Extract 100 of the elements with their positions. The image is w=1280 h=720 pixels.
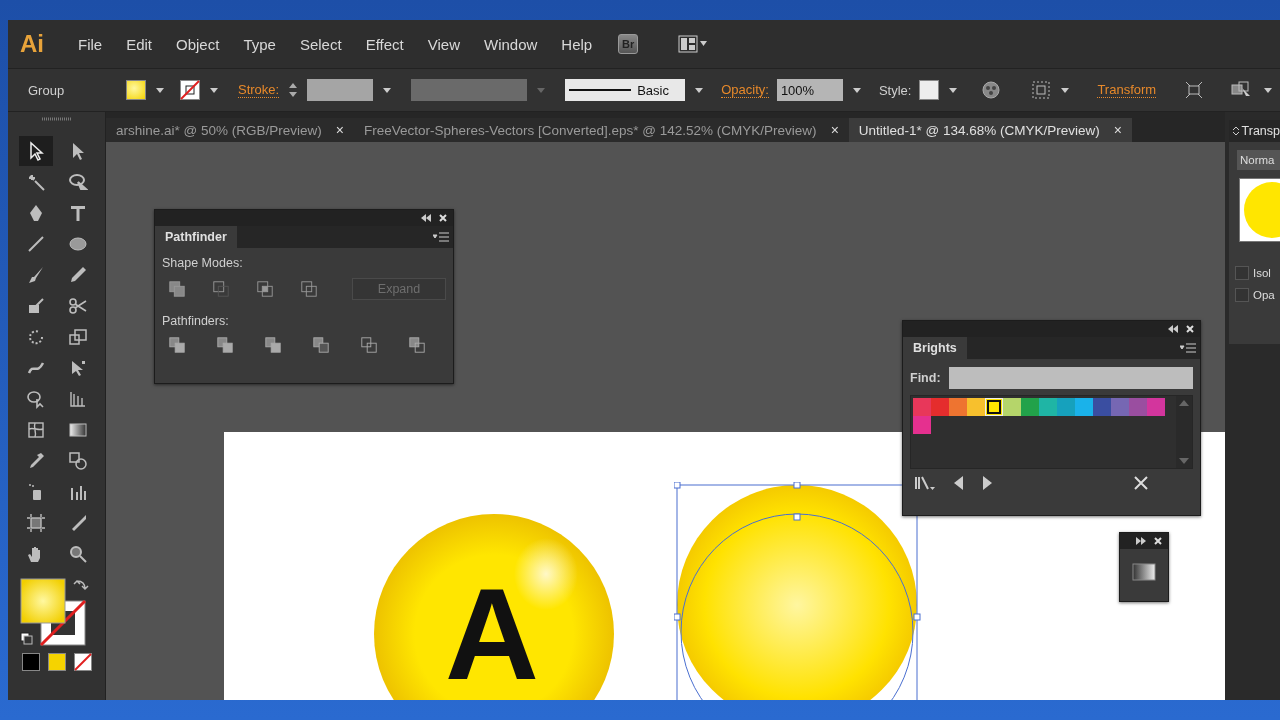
color-swatch[interactable]: [967, 398, 985, 416]
color-swatch[interactable]: [1111, 398, 1129, 416]
graphic-style-swatch[interactable]: [919, 80, 940, 100]
sphere-letter: A: [445, 561, 539, 700]
opacity-thumbnail: [1239, 178, 1280, 242]
unite-icon[interactable]: [168, 280, 186, 298]
stroke-link[interactable]: Stroke:: [238, 82, 280, 98]
close-button[interactable]: ×: [830, 122, 839, 138]
color-swatch[interactable]: [985, 398, 1003, 416]
find-field[interactable]: [948, 367, 1193, 389]
menu-item[interactable]: File: [66, 35, 115, 53]
color-swatch[interactable]: [1057, 398, 1075, 416]
expand-arrows-icon[interactable]: [1232, 126, 1239, 136]
color-swatch[interactable]: [1003, 398, 1021, 416]
checkbox-label: Opa: [1253, 289, 1275, 301]
app-logo: Ai: [20, 30, 44, 58]
panel-tab[interactable]: Transp: [1229, 120, 1280, 142]
opacity-link[interactable]: Opacity:: [721, 82, 769, 98]
color-swatch[interactable]: [913, 416, 931, 434]
gradient-mode-button[interactable]: [47, 653, 66, 671]
transform-link[interactable]: Transform: [1097, 82, 1157, 98]
pathfinders-label: Pathfinders:: [162, 314, 230, 328]
fill-swatch[interactable]: [126, 80, 146, 100]
gradient-icon: [67, 420, 88, 440]
color-swatch[interactable]: [1147, 398, 1165, 416]
perspective-grid-icon: [67, 389, 88, 409]
intersect-icon[interactable]: [256, 280, 274, 298]
tool-button[interactable]: [18, 136, 53, 166]
artboard-icon: [25, 513, 46, 533]
color-swatch[interactable]: [1039, 398, 1057, 416]
variable-width-field[interactable]: [411, 79, 528, 101]
color-swatch[interactable]: [949, 398, 967, 416]
transform-icon[interactable]: [1184, 80, 1205, 100]
lasso-icon: [67, 172, 88, 192]
panel-grip-icon[interactable]: [41, 116, 72, 122]
stroke-none-swatch[interactable]: [180, 80, 200, 100]
color-swatch[interactable]: [1129, 398, 1147, 416]
divide-icon[interactable]: [168, 336, 186, 354]
blend-mode-select[interactable]: Norma: [1237, 150, 1280, 170]
stroke-weight-field[interactable]: [307, 79, 374, 101]
color-swatch[interactable]: [1021, 398, 1039, 416]
expand-icon[interactable]: [1136, 537, 1146, 545]
scroll-up-icon[interactable]: [1179, 400, 1189, 406]
outline-icon[interactable]: [360, 336, 378, 354]
mesh-icon: [25, 420, 46, 440]
opacity-field[interactable]: 100%: [776, 79, 843, 101]
panel-tab[interactable]: Pathfinder: [155, 226, 237, 248]
brush-definition-field[interactable]: Basic: [565, 79, 686, 101]
menu-item[interactable]: Select: [287, 35, 354, 53]
document-tab[interactable]: Untitled-1* @ 134.68% (CMYK/Preview) ×: [848, 118, 1133, 142]
menu-item[interactable]: Window: [471, 35, 550, 53]
next-icon[interactable]: [982, 476, 992, 490]
collapse-icon[interactable]: [421, 214, 431, 222]
crop-icon[interactable]: [312, 336, 330, 354]
document-tab-title: FreeVector-Spheres-Vectors [Converted].eps* @ 142.52% (CMYK/Preview): [363, 122, 817, 138]
trim-icon[interactable]: [216, 336, 234, 354]
panel-tab-title: Transp: [1241, 124, 1280, 138]
close-button[interactable]: ×: [335, 122, 344, 138]
menu-item[interactable]: Help: [549, 35, 605, 53]
close-icon[interactable]: [1186, 325, 1194, 333]
menu-item[interactable]: Edit: [114, 35, 165, 53]
checkbox-label: Isol: [1253, 267, 1271, 279]
document-tab[interactable]: arshine.ai* @ 50% (RGB/Preview) ×: [106, 118, 354, 142]
close-icon[interactable]: [1154, 537, 1162, 545]
swatch-library-icon[interactable]: [914, 475, 936, 491]
minus-front-icon[interactable]: [212, 280, 230, 298]
exclude-icon[interactable]: [300, 280, 318, 298]
none-mode-button[interactable]: [73, 653, 92, 671]
recolor-artwork-icon[interactable]: [981, 80, 1002, 100]
ellipse-icon: [67, 234, 88, 254]
color-swatch[interactable]: [1093, 398, 1111, 416]
color-mode-button[interactable]: [21, 653, 40, 671]
menu-item[interactable]: Effect: [353, 35, 416, 53]
panel-tab[interactable]: Brights: [903, 337, 967, 359]
collapse-icon[interactable]: [1168, 325, 1178, 333]
checkbox[interactable]: [1235, 266, 1249, 280]
shape-builder-icon: [25, 389, 46, 409]
shape-modes-label: Shape Modes:: [162, 256, 244, 270]
panel-menu-icon[interactable]: [433, 232, 449, 242]
merge-icon[interactable]: [264, 336, 282, 354]
menu-item[interactable]: Object: [164, 35, 232, 53]
previous-icon[interactable]: [954, 476, 964, 490]
document-tab-title: Untitled-1* @ 134.68% (CMYK/Preview): [858, 122, 1100, 138]
close-button[interactable]: ×: [1113, 122, 1123, 138]
workspace-layout-button[interactable]: [678, 35, 709, 53]
color-swatch[interactable]: [1075, 398, 1093, 416]
align-icon[interactable]: [1031, 80, 1052, 100]
menu-item[interactable]: View: [415, 35, 472, 53]
checkbox[interactable]: [1235, 288, 1249, 302]
brush-name: Basic: [637, 82, 669, 98]
close-icon[interactable]: [439, 214, 447, 222]
brush-stroke-line: [569, 88, 632, 92]
color-swatch[interactable]: [931, 398, 949, 416]
menu-item[interactable]: Type: [231, 35, 288, 53]
gradient-panel-icon[interactable]: [1132, 563, 1156, 581]
document-tab[interactable]: FreeVector-Spheres-Vectors [Converted].eps* @ 142.52% (CMYK/Preview) ×: [353, 118, 849, 142]
minus-back-icon[interactable]: [408, 336, 426, 354]
panel-menu-icon[interactable]: [1180, 343, 1196, 353]
color-swatch[interactable]: [913, 398, 931, 416]
scroll-down-icon[interactable]: [1179, 458, 1189, 464]
